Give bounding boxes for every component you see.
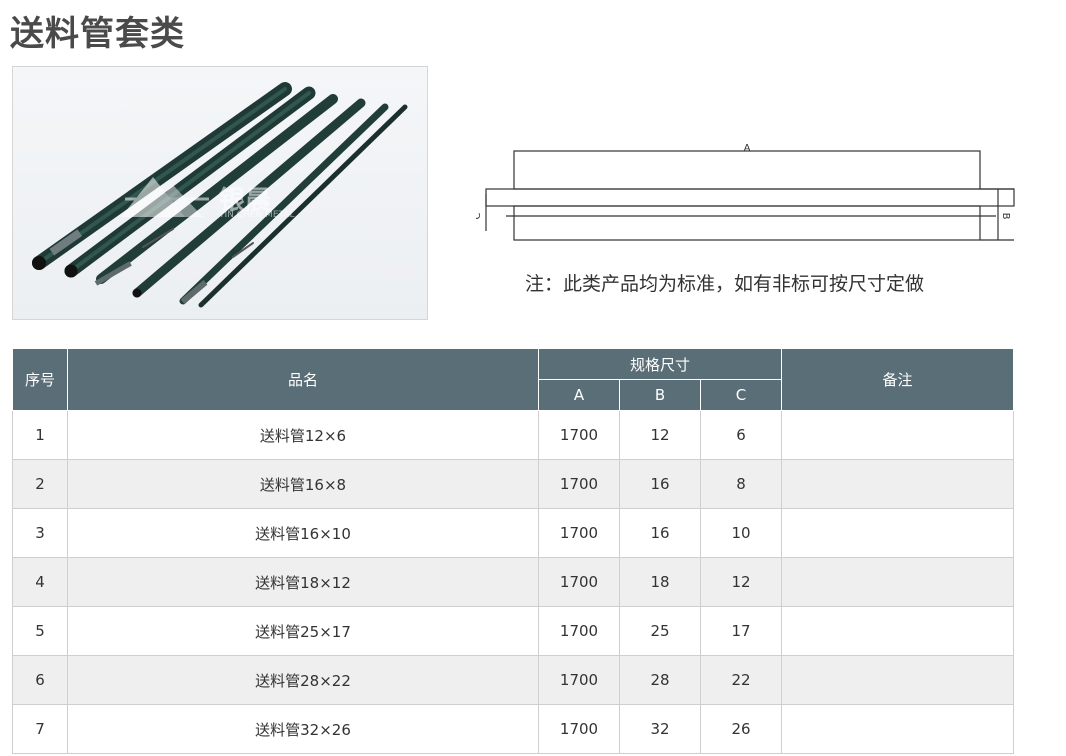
cell-b: 16: [619, 459, 701, 509]
table-row: 2 送料管16×8 1700 16 8: [12, 459, 1015, 509]
cell-remark: [781, 704, 1015, 754]
cell-a: 1700: [538, 704, 620, 754]
cell-c: 26: [699, 704, 783, 754]
cell-b: 16: [619, 508, 701, 558]
cell-a: 1700: [538, 655, 620, 705]
table-row: 1 送料管12×6 1700 12 6: [12, 410, 1015, 460]
cell-a: 1700: [538, 410, 620, 460]
header-remark: 备注: [781, 348, 1015, 411]
label-c: C: [476, 212, 483, 219]
table-row: 6 送料管28×22 1700 28 22: [12, 655, 1015, 705]
product-photo: 银晨 YIN CHEN METAL: [12, 66, 428, 320]
cell-a: 1700: [538, 606, 620, 656]
header-index: 序号: [12, 348, 68, 411]
cell-b: 25: [619, 606, 701, 656]
cell-index: 5: [12, 606, 68, 656]
cell-remark: [781, 606, 1015, 656]
cell-c: 12: [699, 557, 783, 607]
cell-b: 28: [619, 655, 701, 705]
cell-remark: [781, 459, 1015, 509]
header-name: 品名: [67, 348, 539, 411]
cell-index: 6: [12, 655, 68, 705]
cell-remark: [781, 410, 1015, 460]
table-row: 4 送料管18×12 1700 18 12: [12, 557, 1015, 607]
cell-name: 送料管32×26: [67, 704, 539, 754]
cell-index: 1: [12, 410, 68, 460]
cell-remark: [781, 655, 1015, 705]
cell-b: 18: [619, 557, 701, 607]
cell-name: 送料管12×6: [67, 410, 539, 460]
header-c: C: [699, 379, 783, 411]
page-title: 送料管套类: [10, 14, 185, 54]
standard-note: 注：此类产品均为标准，如有非标可按尺寸定做: [525, 273, 925, 295]
cell-a: 1700: [538, 508, 620, 558]
label-a: A: [744, 143, 751, 154]
cell-c: 6: [699, 410, 783, 460]
cell-c: 17: [699, 606, 783, 656]
cell-remark: [781, 508, 1015, 558]
cell-a: 1700: [538, 557, 620, 607]
header-b: B: [619, 379, 701, 411]
header-a: A: [538, 379, 620, 411]
cell-c: 8: [699, 459, 783, 509]
cell-index: 3: [12, 508, 68, 558]
cell-name: 送料管28×22: [67, 655, 539, 705]
cell-b: 12: [619, 410, 701, 460]
cell-c: 10: [699, 508, 783, 558]
cell-c: 22: [699, 655, 783, 705]
label-b: B: [1000, 213, 1011, 220]
table-row: 7 送料管32×26 1700 32 26: [12, 704, 1015, 754]
table-row: 5 送料管25×17 1700 25 17: [12, 606, 1015, 656]
cell-index: 4: [12, 557, 68, 607]
cell-a: 1700: [538, 459, 620, 509]
spec-table: 序号 品名 规格尺寸 备注 A B C 1 送料管12×6 1700 12 6 …: [12, 348, 1015, 754]
cell-name: 送料管16×10: [67, 508, 539, 558]
cell-index: 7: [12, 704, 68, 754]
dimension-drawing: A C B: [476, 143, 1015, 241]
table-row: 3 送料管16×10 1700 16 10: [12, 508, 1015, 558]
watermark-latin: YIN CHEN METAL: [218, 210, 295, 220]
cell-name: 送料管16×8: [67, 459, 539, 509]
header-spec-group: 规格尺寸: [537, 348, 783, 380]
cell-name: 送料管18×12: [67, 557, 539, 607]
cell-b: 32: [619, 704, 701, 754]
cell-index: 2: [12, 459, 68, 509]
cell-remark: [781, 557, 1015, 607]
cell-name: 送料管25×17: [67, 606, 539, 656]
feed-tubes-image: 银晨 YIN CHEN METAL: [32, 82, 408, 308]
